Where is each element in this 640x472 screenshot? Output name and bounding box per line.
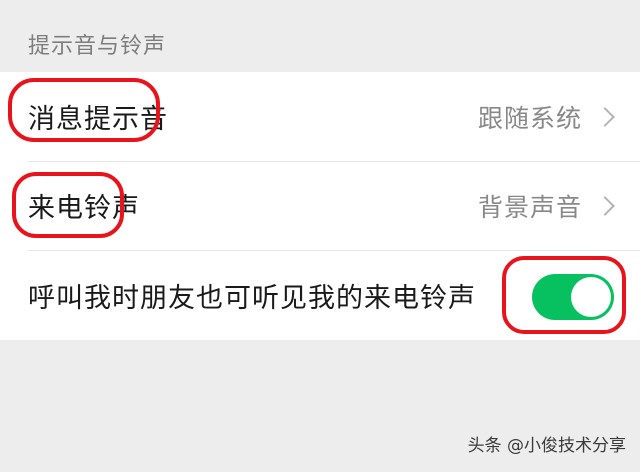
watermark: 头条 @小俊技术分享 [467, 436, 626, 456]
setting-label: 呼叫我时朋友也可听见我的来电铃声 [28, 282, 476, 314]
settings-page: 提示音与铃声 消息提示音 跟随系统 来电铃声 背景声音 呼叫我时朋友也可听见我的… [0, 0, 640, 472]
toggle-knob [571, 277, 611, 317]
settings-card: 消息提示音 跟随系统 来电铃声 背景声音 呼叫我时朋友也可听见我的来电铃声 [0, 72, 640, 340]
setting-label: 消息提示音 [28, 104, 168, 135]
chevron-right-icon [595, 195, 615, 216]
setting-ringtone[interactable]: 来电铃声 背景声音 [0, 161, 640, 250]
chevron-right-icon [595, 106, 615, 127]
section-header: 提示音与铃声 [28, 34, 167, 59]
share-ringtone-toggle[interactable] [532, 274, 614, 320]
setting-value: 背景声音 [477, 192, 582, 222]
setting-share-ringtone: 呼叫我时朋友也可听见我的来电铃声 [0, 250, 640, 340]
setting-value: 跟随系统 [477, 103, 582, 133]
setting-label: 来电铃声 [28, 193, 140, 224]
setting-message-tone[interactable]: 消息提示音 跟随系统 [0, 72, 640, 161]
